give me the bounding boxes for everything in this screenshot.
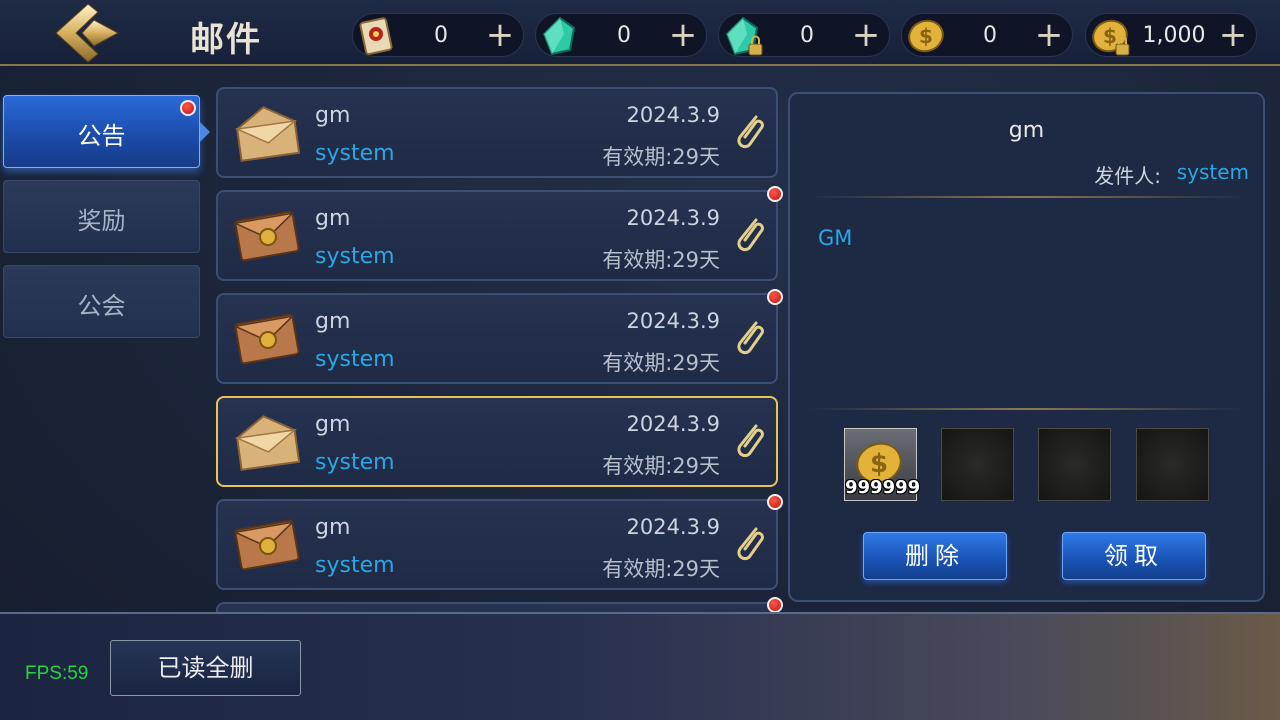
mail-source: system xyxy=(315,553,395,578)
add-resource-button[interactable]: + xyxy=(666,18,700,54)
unread-dot xyxy=(180,100,196,116)
add-resource-button[interactable]: + xyxy=(1032,18,1066,54)
mail-item-selected[interactable]: gm system 2024.3.9 有效期:29天 xyxy=(216,396,778,487)
resource-scroll: 0 + xyxy=(352,13,524,57)
paperclip-icon xyxy=(737,115,764,149)
page-title: 邮件 xyxy=(190,20,262,60)
mail-detail-panel: gm 发件人: system GM $ 999999 删除 领取 xyxy=(788,92,1265,602)
scroll-icon xyxy=(359,17,393,56)
attachment-count: 999999 xyxy=(845,477,921,498)
tab-guild[interactable]: 公会 xyxy=(3,265,200,338)
add-resource-button[interactable]: + xyxy=(849,18,883,54)
mail-expiry: 有效期:29天 xyxy=(602,248,720,272)
mail-source: system xyxy=(315,347,395,372)
divider xyxy=(808,196,1245,198)
mail-expiry: 有效期:29天 xyxy=(602,145,720,169)
claim-button[interactable]: 领取 xyxy=(1062,532,1206,580)
mail-date: 2024.3.9 xyxy=(626,103,720,127)
mail-source: system xyxy=(315,450,395,475)
tab-label: 奖励 xyxy=(77,207,126,235)
mail-expiry: 有效期:29天 xyxy=(602,351,720,375)
mail-sender: gm xyxy=(315,103,351,128)
mail-date: 2024.3.9 xyxy=(626,412,720,436)
delete-button[interactable]: 删除 xyxy=(863,532,1007,580)
svg-text:$: $ xyxy=(919,24,933,48)
opened-envelope-icon xyxy=(234,106,300,162)
attachment-slot[interactable]: $ 999999 xyxy=(844,428,921,501)
gold-coin-icon: $ xyxy=(908,19,944,53)
divider xyxy=(808,408,1245,410)
mail-expiry: 有效期:29天 xyxy=(602,557,720,581)
resource-value: 1,000 xyxy=(1142,23,1206,48)
fps-counter: FPS:59 xyxy=(25,663,89,684)
mail-item[interactable]: gm system 2024.3.9 有效期:29天 xyxy=(216,87,778,178)
paperclip-icon xyxy=(737,218,764,252)
unread-dot xyxy=(767,494,783,510)
paperclip-icon xyxy=(737,321,764,355)
sealed-envelope-icon xyxy=(234,210,300,262)
attachment-slot-empty xyxy=(1038,428,1111,501)
mail-source: system xyxy=(315,141,395,166)
add-resource-button[interactable]: + xyxy=(483,18,517,54)
back-arrow-icon xyxy=(55,3,120,63)
sealed-envelope-icon xyxy=(234,313,300,365)
detail-title: gm xyxy=(1008,118,1045,143)
unread-dot xyxy=(767,186,783,202)
mail-date: 2024.3.9 xyxy=(626,309,720,333)
mail-item[interactable]: gm system 2024.3.9 有效期:29天 xyxy=(216,499,778,590)
back-button[interactable] xyxy=(52,2,124,64)
mail-date: 2024.3.9 xyxy=(626,206,720,230)
mail-sender: gm xyxy=(315,412,351,437)
paperclip-icon xyxy=(737,527,764,561)
locked-gold-coin-icon: $ xyxy=(1092,19,1130,56)
resource-locked-gold-coin: $ 1,000 + xyxy=(1085,13,1257,57)
resource-value: 0 xyxy=(434,23,448,48)
mail-list[interactable]: gm system 2024.3.9 有效期:29天 gm system 202… xyxy=(214,86,782,612)
mail-sender: gm xyxy=(315,309,351,334)
delete-all-read-button[interactable]: 已读全删 xyxy=(110,640,301,696)
svg-text:$: $ xyxy=(1103,24,1117,48)
mail-sender: gm xyxy=(315,515,351,540)
tab-label: 公会 xyxy=(77,292,126,320)
mail-item-partial[interactable] xyxy=(216,602,778,612)
resource-locked-green-gem: 0 + xyxy=(718,13,890,57)
unread-dot xyxy=(767,289,783,305)
green-gem-icon xyxy=(542,16,576,56)
resource-green-gem: 0 + xyxy=(535,13,707,57)
mail-body: GM xyxy=(818,226,853,250)
tab-rewards[interactable]: 奖励 xyxy=(3,180,200,253)
mail-date: 2024.3.9 xyxy=(626,515,720,539)
tab-announcement[interactable]: 公告 xyxy=(3,95,210,168)
attachment-slot-empty xyxy=(1136,428,1209,501)
opened-envelope-icon xyxy=(234,415,300,471)
resource-value: 0 xyxy=(617,23,631,48)
active-tab-pointer xyxy=(200,122,210,142)
attachment-slot-empty xyxy=(941,428,1014,501)
tab-label: 公告 xyxy=(77,122,126,150)
top-bar: 邮件 0 + 0 + 0 + $ 0 + $ 1,000 + xyxy=(0,0,1280,66)
locked-green-gem-icon xyxy=(725,16,763,56)
mail-screen: 邮件 0 + 0 + 0 + $ 0 + $ 1,000 + 公告 奖励 公会 … xyxy=(0,0,1280,720)
sender-value: system xyxy=(1176,160,1249,184)
resource-gold-coin: $ 0 + xyxy=(901,13,1073,57)
mail-item[interactable]: gm system 2024.3.9 有效期:29天 xyxy=(216,190,778,281)
mail-sender: gm xyxy=(315,206,351,231)
resource-value: 0 xyxy=(800,23,814,48)
mail-item[interactable]: gm system 2024.3.9 有效期:29天 xyxy=(216,293,778,384)
sealed-envelope-icon xyxy=(234,519,300,571)
mail-source: system xyxy=(315,244,395,269)
svg-text:$: $ xyxy=(870,449,888,479)
mail-expiry: 有效期:29天 xyxy=(602,454,720,478)
resource-value: 0 xyxy=(983,23,997,48)
add-resource-button[interactable]: + xyxy=(1216,18,1250,54)
paperclip-icon xyxy=(737,424,764,458)
sender-label: 发件人: xyxy=(1094,164,1161,188)
unread-dot xyxy=(767,597,783,613)
